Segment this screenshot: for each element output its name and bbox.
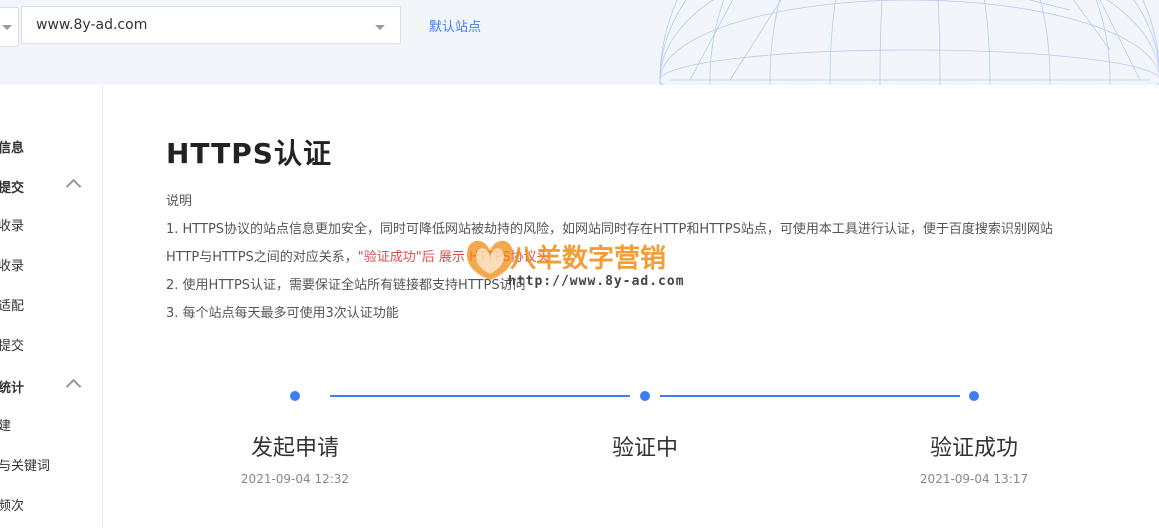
site-select[interactable]: www.8y-ad.com xyxy=(21,6,401,44)
step-title-1: 发起申请 xyxy=(250,436,339,461)
page-title: HTTPS认证 xyxy=(166,137,332,170)
site-prev-select[interactable] xyxy=(0,7,19,47)
sidebar-item-info[interactable]: 信息 xyxy=(0,137,24,156)
globe-illustration xyxy=(659,0,1159,85)
step-connector-1 xyxy=(330,395,630,397)
step-title-3: 验证成功 xyxy=(929,436,1018,461)
step-dot-2 xyxy=(640,391,650,401)
sidebar-item-index-1[interactable]: 收录 xyxy=(0,215,24,234)
step-title-2: 验证中 xyxy=(611,436,678,461)
step-dot-3 xyxy=(969,391,979,401)
watermark-text: 八羊数字营销 xyxy=(510,244,667,274)
sidebar-group-submit[interactable]: 提交 xyxy=(0,177,24,196)
sidebar-group-stats[interactable]: 统计 xyxy=(0,377,24,396)
site-select-value: www.8y-ad.com xyxy=(36,17,148,33)
watermark-url: http://www.8y-ad.com xyxy=(508,274,685,289)
caret-down-icon xyxy=(2,25,12,30)
sidebar-item-build[interactable]: 建 xyxy=(0,415,11,434)
chevron-up-icon[interactable] xyxy=(65,378,82,395)
caret-down-icon xyxy=(375,25,385,30)
sidebar-item-submit[interactable]: 提交 xyxy=(0,335,24,354)
sidebar-item-index-2[interactable]: 收录 xyxy=(0,255,24,274)
description-line-4: 3. 每个站点每天最多可使用3次认证功能 xyxy=(166,306,399,321)
step-time-1: 2021-09-04 12:32 xyxy=(240,472,350,486)
step-time-3: 2021-09-04 13:17 xyxy=(919,472,1029,486)
sidebar-item-frequency[interactable]: 频次 xyxy=(0,495,24,514)
sidebar: 信息 提交 收录 收录 适配 提交 统计 建 与关键词 频次 xyxy=(0,85,103,528)
default-site-link[interactable]: 默认站点 xyxy=(429,16,481,35)
description-line-1: 1. HTTPS协议的站点信息更加安全，同时可降低网站被劫持的风险，如网站同时存… xyxy=(166,222,1053,237)
sidebar-item-adapt[interactable]: 适配 xyxy=(0,295,24,314)
top-bar: www.8y-ad.com 默认站点 xyxy=(0,0,1159,85)
description-heading: 说明 xyxy=(166,194,193,209)
description-line-2-prefix: HTTP与HTTPS之间的对应关系， xyxy=(166,250,358,265)
chevron-up-icon[interactable] xyxy=(65,178,82,195)
sidebar-item-keywords[interactable]: 与关键词 xyxy=(0,455,50,474)
step-connector-2 xyxy=(660,395,960,397)
step-dot-1 xyxy=(290,391,300,401)
